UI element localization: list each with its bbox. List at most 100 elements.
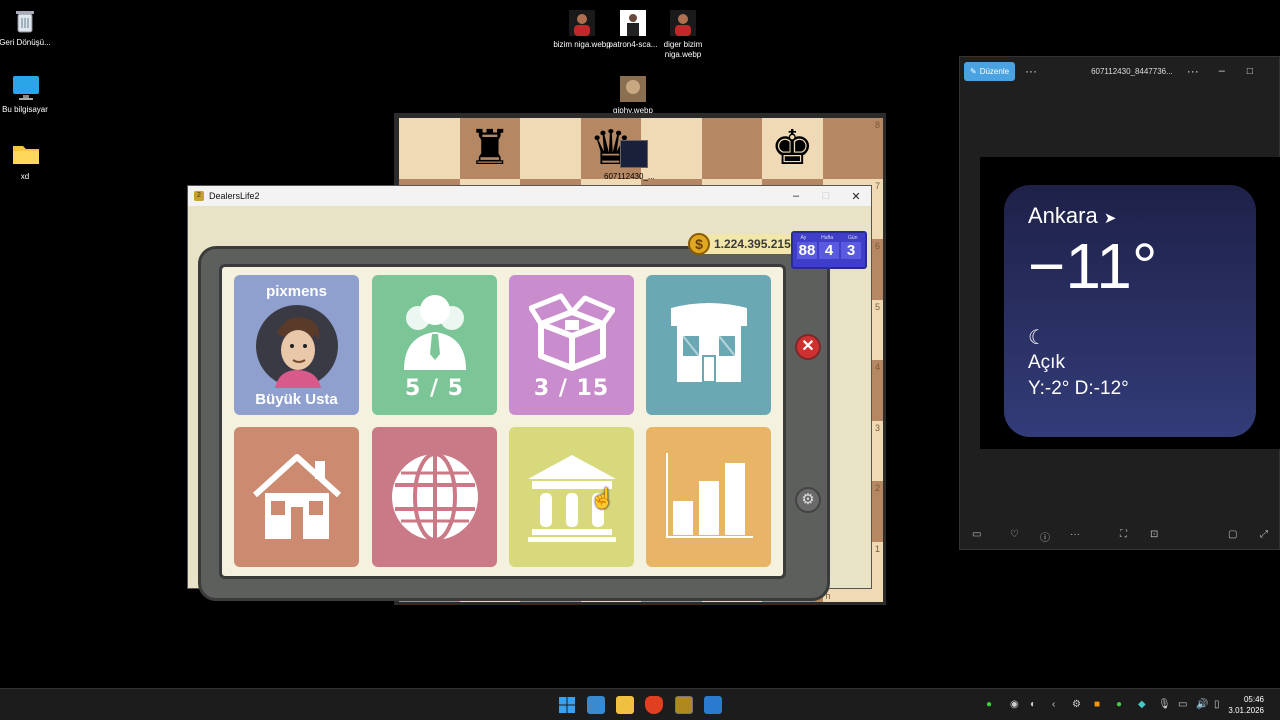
statistics-tile[interactable] xyxy=(646,427,771,567)
viewer-image: Ankara ➤ −11° ☾ Açık Y:-2° D:-12° xyxy=(980,157,1280,449)
rank-label: 2 xyxy=(874,483,880,493)
dealerslife2-taskbar-icon[interactable] xyxy=(675,696,693,714)
tray-icon[interactable]: ◉ xyxy=(1010,699,1019,710)
more-options-icon[interactable]: ··· xyxy=(1025,64,1037,78)
chess-square[interactable] xyxy=(399,118,460,179)
clock-time: 05:46 xyxy=(1243,695,1264,704)
chess-square[interactable]: 8 xyxy=(822,118,883,179)
bar-chart-icon xyxy=(665,453,753,538)
filmstrip-icon[interactable]: ▭ xyxy=(972,529,981,540)
taskbar: ● ◉ ◐ ‹ ⚙ ■ ● ◆ 🎙 ▭ 🔊 ▯ 05:46 3.01.2026 xyxy=(0,688,1280,720)
desktop-icon-label: xd xyxy=(20,172,30,181)
game-titlebar[interactable]: 2 DealersLife2 – □ ✕ xyxy=(188,186,871,206)
image-file-icon xyxy=(569,10,595,36)
close-menu-button[interactable]: ✕ xyxy=(795,334,821,360)
start-button[interactable] xyxy=(558,696,576,714)
staff-count: 5 / 5 xyxy=(405,375,464,401)
profile-tile[interactable]: pixmens Büyük Usta xyxy=(234,275,359,415)
maximize-button[interactable]: □ xyxy=(811,190,841,203)
box-icon xyxy=(528,293,615,371)
viewer-file-title: 607112430_8447736... xyxy=(1091,66,1173,76)
shop-icon xyxy=(670,303,747,383)
expand-icon[interactable]: ⤢ xyxy=(1260,529,1268,540)
viewer-bottom-bar: ▭ ♡ ⓘ ··· ⛶ ⊡ ▢ ⤢ xyxy=(960,529,1279,544)
volume-icon[interactable]: 🔊 xyxy=(1196,699,1208,710)
chess-square[interactable] xyxy=(641,118,702,179)
tray-chevron-icon[interactable]: ‹ xyxy=(1052,699,1055,710)
tray-icon[interactable]: ◐ xyxy=(1030,699,1036,710)
desktop-icon-this-pc[interactable]: Bu bilgisayar xyxy=(0,75,55,115)
weather-temperature: −11° xyxy=(1028,230,1158,302)
tray-icon[interactable]: ● xyxy=(1116,699,1122,710)
zoom-fit-icon[interactable]: ⛶ xyxy=(1120,529,1127,540)
counter-value: 3 xyxy=(841,242,861,259)
info-icon[interactable]: ⓘ xyxy=(1040,529,1050,544)
more-options-icon[interactable]: ··· xyxy=(1070,529,1080,540)
folder-icon xyxy=(12,142,39,168)
more-options-icon[interactable]: ··· xyxy=(1187,64,1199,78)
tray-icon[interactable]: ◆ xyxy=(1138,699,1146,710)
brave-browser-icon[interactable] xyxy=(645,696,663,714)
maximize-button[interactable]: □ xyxy=(1247,66,1253,77)
microphone-icon[interactable]: 🎙 xyxy=(1158,699,1171,710)
moon-icon: ☾ xyxy=(1028,327,1046,349)
minimize-button[interactable]: – xyxy=(1219,65,1225,77)
chess-piece[interactable]: ♜ xyxy=(468,124,511,172)
counter-value: 4 xyxy=(819,242,839,259)
rank-label: 4 xyxy=(874,362,880,372)
avatar xyxy=(255,304,338,388)
photo-viewer-window: ✎ Düzenle ··· 607112430_8447736... ··· –… xyxy=(959,56,1280,550)
bank-tile[interactable] xyxy=(509,427,634,567)
favorite-heart-icon[interactable]: ♡ xyxy=(1010,529,1019,540)
rank-label: 1 xyxy=(874,543,880,554)
clock-date: 3.01.2026 xyxy=(1228,706,1264,715)
close-window-button[interactable]: ✕ xyxy=(841,190,871,203)
fullscreen-icon[interactable]: ▢ xyxy=(1228,529,1237,540)
chess-square[interactable] xyxy=(520,118,581,179)
taskbar-clock[interactable]: 05:46 3.01.2026 xyxy=(1228,694,1264,716)
home-tile[interactable] xyxy=(234,427,359,567)
network-icon[interactable]: ▭ xyxy=(1178,699,1187,710)
chess-square[interactable] xyxy=(701,118,762,179)
counter-value: 88 xyxy=(797,242,817,259)
desktop-icon-file[interactable]: giphy.webp xyxy=(603,76,663,116)
edit-icon: ✎ xyxy=(970,66,977,76)
world-tile[interactable] xyxy=(372,427,497,567)
weather-high-low: Y:-2° D:-12° xyxy=(1028,378,1129,399)
minimize-button[interactable]: – xyxy=(781,190,811,203)
rank-label: 6 xyxy=(874,241,880,251)
shop-tile[interactable] xyxy=(646,275,771,415)
steam-icon[interactable]: ⚙ xyxy=(1072,699,1081,710)
edit-button-label: Düzenle xyxy=(979,66,1010,76)
chess-square[interactable]: ♚ xyxy=(762,118,823,179)
rank-label: 5 xyxy=(874,301,880,312)
app-icon[interactable] xyxy=(704,696,722,714)
settings-gear-icon[interactable]: ⚙ xyxy=(795,487,821,513)
money-display: $ 1.224.395.215 xyxy=(688,233,799,255)
weather-city: Ankara xyxy=(1028,203,1098,228)
battery-icon[interactable]: ▯ xyxy=(1214,699,1220,710)
chess-square[interactable]: ♜ xyxy=(459,118,520,179)
image-file-icon xyxy=(670,10,696,36)
desktop: Geri Dönüşü... Bu bilgisayar xd bizim ni… xyxy=(0,0,1280,688)
counter-label: Ay xyxy=(800,235,807,241)
desktop-icon-recycle-bin[interactable]: Geri Dönüşü... xyxy=(0,8,55,48)
tray-icon[interactable]: ■ xyxy=(1094,699,1100,710)
inventory-tile[interactable]: 3 / 15 xyxy=(509,275,634,415)
player-name: pixmens xyxy=(266,282,327,300)
weather-widget: Ankara ➤ −11° ☾ Açık Y:-2° D:-12° xyxy=(1004,185,1256,437)
chess-piece[interactable]: ♚ xyxy=(771,124,814,172)
dragged-thumbnail-icon xyxy=(620,140,648,168)
staff-tile[interactable]: 5 / 5 xyxy=(372,275,497,415)
edit-button[interactable]: ✎ Düzenle xyxy=(964,61,1016,81)
weather-condition: Açık xyxy=(1028,352,1065,373)
photos-app-icon[interactable] xyxy=(587,696,605,714)
rank-label: 3 xyxy=(874,422,880,433)
desktop-icon-folder-xd[interactable]: xd xyxy=(0,142,55,182)
rank-label: 8 xyxy=(874,120,880,130)
desktop-icon-file[interactable]: diger bizim niga.webp xyxy=(653,10,713,60)
tray-icon[interactable]: ● xyxy=(986,699,992,710)
file-explorer-icon[interactable] xyxy=(616,696,634,714)
crop-icon[interactable]: ⊡ xyxy=(1150,529,1158,540)
inventory-count: 3 / 15 xyxy=(533,375,610,401)
